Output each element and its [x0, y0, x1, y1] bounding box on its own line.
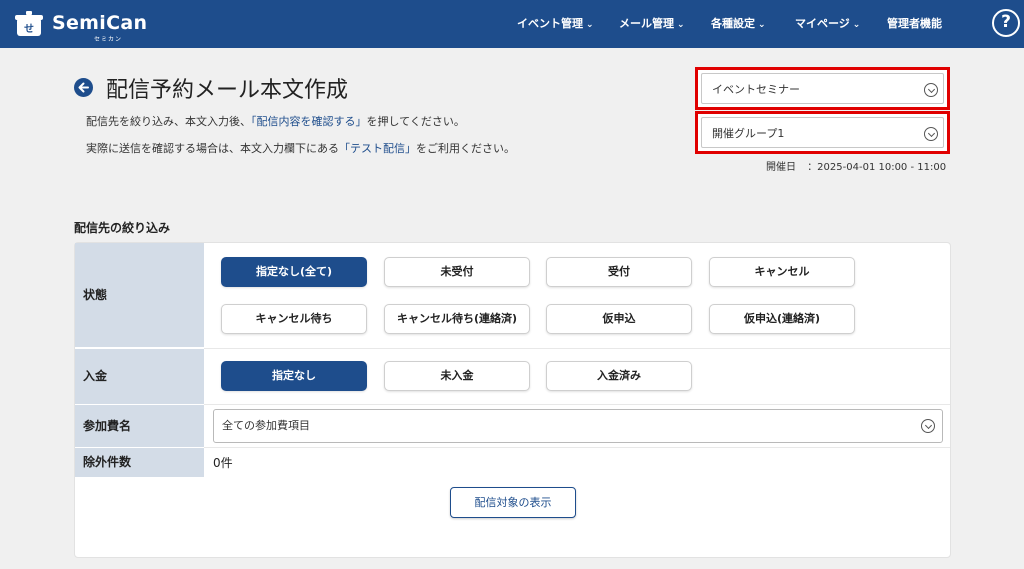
desc-text: をご利用ください。 — [416, 142, 515, 155]
event-select-value: イベントセミナー — [712, 83, 800, 96]
payment-chip-none[interactable]: 指定なし — [221, 361, 367, 391]
nav-admin[interactable]: 管理者機能 — [887, 0, 942, 48]
fee-select-value: 全ての参加費項目 — [222, 419, 310, 432]
event-select-highlight: イベントセミナー — [695, 67, 950, 110]
nav-mypage[interactable]: マイページ ⌄ — [795, 0, 860, 48]
chevron-down-icon: ⌄ — [852, 20, 861, 30]
fee-select[interactable]: 全ての参加費項目 — [213, 409, 943, 443]
nav-settings[interactable]: 各種設定 ⌄ — [711, 0, 766, 48]
chevron-down-icon: ⌄ — [758, 20, 766, 30]
back-arrow-icon[interactable] — [74, 78, 93, 97]
help-icon[interactable]: ? — [992, 9, 1020, 37]
chevron-circle-down-icon — [924, 127, 938, 141]
nav-label: 各種設定 — [711, 17, 755, 30]
status-chip-all[interactable]: 指定なし(全て) — [221, 257, 367, 287]
status-label: 状態 — [75, 243, 204, 347]
nav-mail-management[interactable]: メール管理 ⌄ — [619, 0, 685, 48]
payment-chip-paid[interactable]: 入金済み — [546, 361, 692, 391]
row-divider — [204, 404, 950, 405]
status-chip-cancel[interactable]: キャンセル — [709, 257, 855, 287]
row-divider — [204, 348, 950, 349]
test-send-ref: 「テスト配信」 — [339, 142, 416, 155]
instruction-line-1: 配信先を絞り込み、本文入力後、「配信内容を確認する」を押してください。 — [86, 113, 465, 129]
fee-label: 参加費名 — [75, 405, 204, 447]
page-title: 配信予約メール本文作成 — [106, 78, 349, 103]
status-chip-unreceived[interactable]: 未受付 — [384, 257, 530, 287]
row-divider — [204, 447, 950, 448]
nav-label: メール管理 — [619, 17, 674, 30]
top-navbar: せ SemiCan セミカン イベント管理 ⌄ メール管理 ⌄ 各種設定 ⌄ マイペー… — [0, 0, 1024, 48]
excluded-label: 除外件数 — [75, 448, 204, 477]
svg-text:せ: せ — [24, 23, 34, 35]
chevron-circle-down-icon — [921, 419, 935, 433]
filter-section-title: 配信先の絞り込み — [74, 221, 171, 235]
date-label: 開催日 — [766, 162, 796, 173]
excluded-count: 0件 — [213, 456, 233, 470]
event-select[interactable]: イベントセミナー — [701, 73, 944, 104]
brand-sub: セミカン — [94, 36, 123, 43]
instruction-line-2: 実際に送信を確認する場合は、本文入力欄下にある「テスト配信」をご利用ください。 — [86, 140, 515, 156]
group-select-value: 開催グループ1 — [712, 127, 785, 140]
confirm-content-ref: 「配信内容を確認する」 — [251, 115, 367, 128]
nav-event-management[interactable]: イベント管理 ⌄ — [517, 0, 594, 48]
chevron-circle-down-icon — [924, 83, 938, 97]
group-select-highlight: 開催グループ1 — [695, 111, 950, 154]
payment-label: 入金 — [75, 349, 204, 404]
arrow-left-icon — [78, 82, 89, 93]
chevron-down-icon: ⌄ — [586, 20, 594, 30]
brand-name: SemiCan — [52, 12, 148, 34]
status-chip-received[interactable]: 受付 — [546, 257, 692, 287]
chevron-down-icon: ⌄ — [677, 20, 685, 30]
desc-text: を押してください。 — [366, 115, 465, 128]
status-chip-waitlist-contacted[interactable]: キャンセル待ち(連絡済) — [384, 304, 530, 334]
desc-text: 配信先を絞り込み、本文入力後、 — [86, 115, 251, 128]
group-select[interactable]: 開催グループ1 — [701, 117, 944, 148]
nav-label: マイページ — [795, 17, 850, 30]
show-targets-button[interactable]: 配信対象の表示 — [450, 487, 576, 518]
date-value: ：2025-04-01 10:00 - 11:00 — [807, 162, 947, 173]
status-chip-waitlist[interactable]: キャンセル待ち — [221, 304, 367, 334]
event-date: 開催日 ：2025-04-01 10:00 - 11:00 — [766, 158, 946, 173]
status-chip-tentative-contacted[interactable]: 仮申込(連絡済) — [709, 304, 855, 334]
payment-chip-unpaid[interactable]: 未入金 — [384, 361, 530, 391]
pot-icon: せ — [15, 11, 43, 36]
status-chip-tentative[interactable]: 仮申込 — [546, 304, 692, 334]
nav-label: イベント管理 — [517, 17, 583, 30]
semican-logo[interactable]: せ SemiCan セミカン — [14, 8, 154, 43]
desc-text: 実際に送信を確認する場合は、本文入力欄下にある — [86, 142, 339, 155]
nav-label: 管理者機能 — [887, 17, 942, 30]
